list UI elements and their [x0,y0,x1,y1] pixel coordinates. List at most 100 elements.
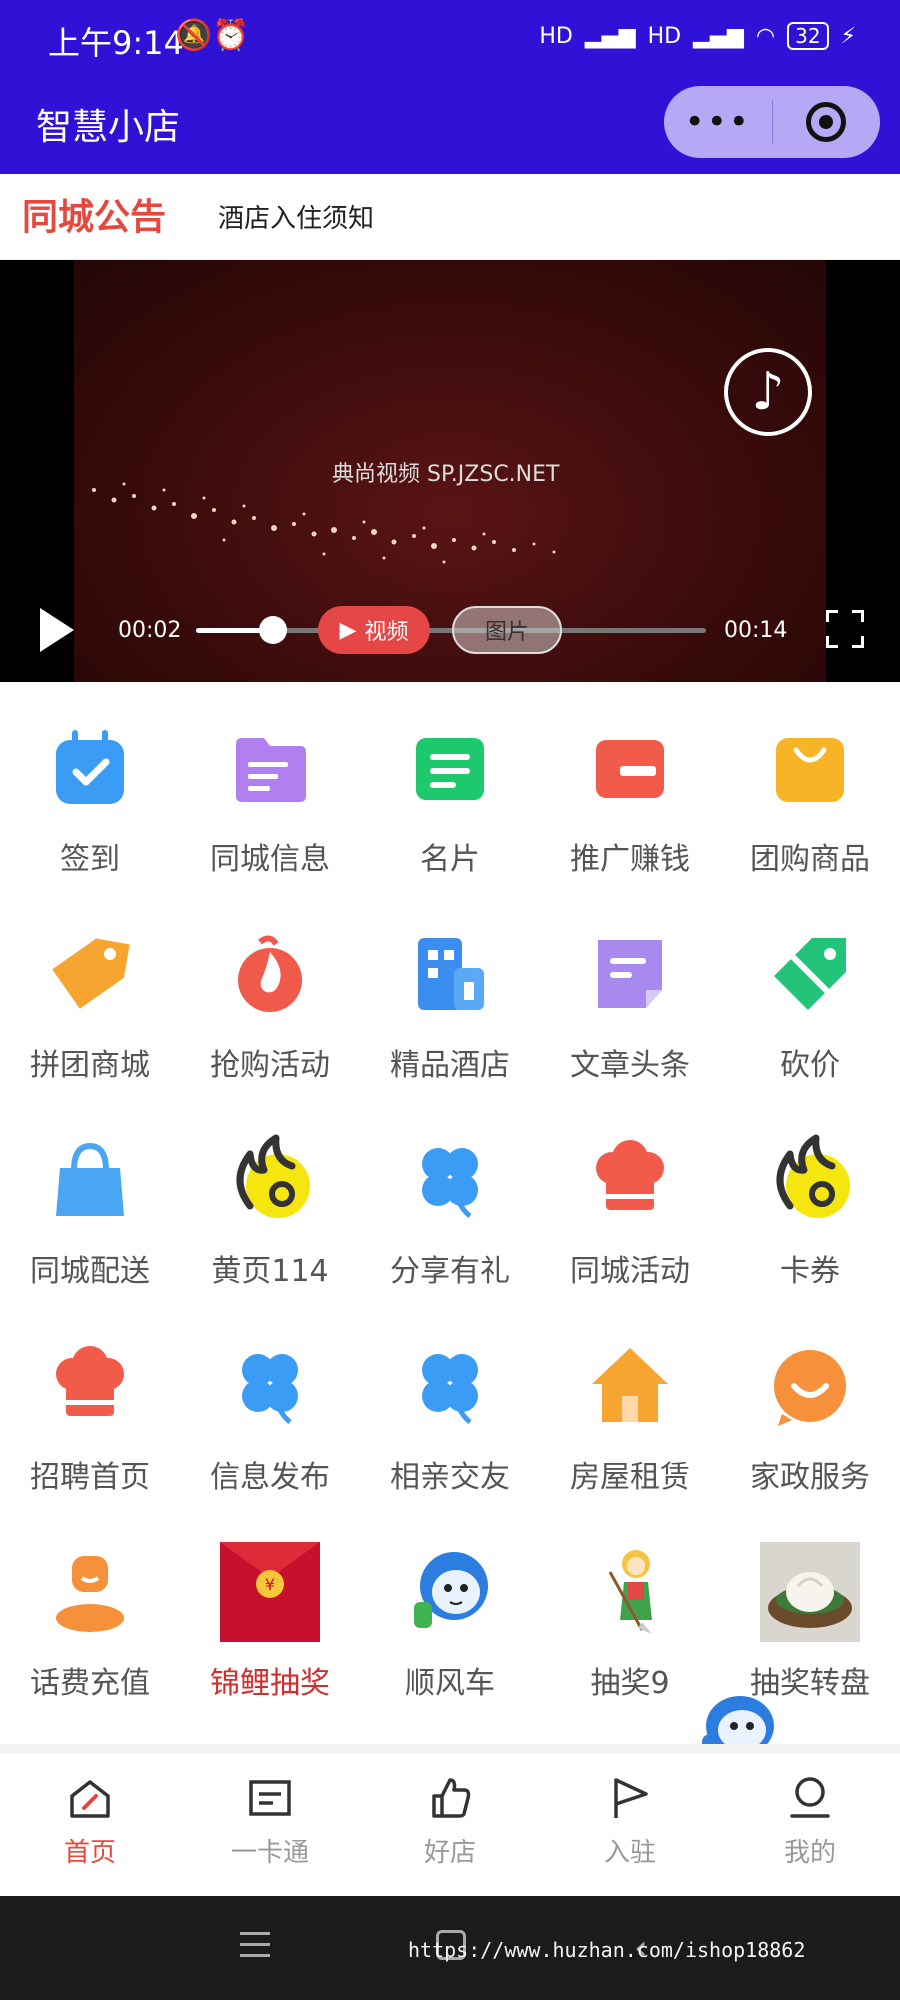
grid-item[interactable]: 卡券 [720,1130,900,1290]
hot-coin-icon [220,1130,320,1230]
video-controls: 00:02 ▶ 视频 图片 00:14 [0,600,900,664]
network-label: HD [539,23,573,49]
image-tab-button[interactable]: 图片 [452,606,562,654]
current-time: 00:02 [118,618,182,643]
grid-item[interactable]: 抽奖9 [540,1542,720,1702]
wifi-icon: ◠ [755,23,776,49]
user-icon [40,1542,140,1642]
card-list-icon [249,1780,291,1816]
grid-item-label: 精品酒店 [390,1048,510,1083]
notice-tag: 同城公告 [22,197,167,238]
tab-card[interactable]: 一卡通 [180,1774,360,1869]
grid-item-label: 抢购活动 [210,1048,330,1083]
grid-item[interactable]: 精品酒店 [360,924,540,1084]
video-tab-label: 视频 [364,620,409,645]
grid-item[interactable]: 同城配送 [0,1130,180,1290]
grid-item-label: 锦鲤抽奖 [210,1666,330,1701]
clover-icon [400,1130,500,1230]
grid-item-label: 信息发布 [210,1460,330,1495]
price-tag-icon [40,924,140,1024]
mascot-image [400,1542,500,1642]
grid-item-label: 签到 [60,842,120,877]
grid-item[interactable]: 招聘首页 [0,1336,180,1496]
site-watermark: https://www.huzhan.com/ishop18862 [408,1938,806,1962]
grid-item-label: 同城信息 [210,842,330,877]
grid-item[interactable]: 黄页114 [180,1130,360,1290]
image-tab-label: 图片 [484,620,529,645]
grid-item[interactable]: 话费充值 [0,1542,180,1702]
home-icon [70,1780,110,1818]
video-tab-button[interactable]: ▶ 视频 [318,606,430,654]
grid-item[interactable]: 信息发布 [180,1336,360,1496]
hot-coin-icon [760,1130,860,1230]
grid-item-label: 推广赚钱 [570,842,690,877]
grid-item[interactable]: 团购商品 [720,718,900,878]
signal-icon-2: ▂▄▆ [693,23,744,49]
grid-item-label: 名片 [420,842,480,877]
notice-bar[interactable]: 同城公告 酒店入住须知 [0,174,900,260]
grid-item-label: 卡券 [780,1254,840,1289]
calendar-check-icon [40,718,140,818]
grid-item[interactable]: 拼团商城 [0,924,180,1084]
flag-icon [614,1778,648,1818]
grid-item[interactable]: 家政服务 [720,1336,900,1496]
grid-item[interactable]: 名片 [360,718,540,878]
grid-item[interactable]: 推广赚钱 [540,718,720,878]
grid-item[interactable]: 相亲交友 [360,1336,540,1496]
grid-item[interactable]: 抽奖转盘 [720,1542,900,1702]
grid-item-label: 砍价 [780,1048,840,1083]
menu-nav-button[interactable] [240,1932,270,1965]
close-miniprogram-button[interactable] [773,102,881,142]
grid-item[interactable]: 文章头条 [540,924,720,1084]
tab-card-label: 一卡通 [230,1838,309,1868]
tab-mine-label: 我的 [783,1838,836,1868]
grid-item-label: 顺风车 [405,1666,495,1701]
grid-item[interactable]: 分享有礼 [360,1130,540,1290]
fullscreen-icon[interactable] [826,610,864,648]
svg-text:¥: ¥ [265,1575,275,1594]
battery-icon: 32 [787,22,829,50]
app-title: 智慧小店 [36,107,181,148]
tab-mine[interactable]: 我的 [720,1774,900,1869]
girl-sweeping-image [580,1542,680,1642]
tab-join[interactable]: 入驻 [540,1774,720,1869]
grid-item[interactable]: 房屋租赁 [540,1336,720,1496]
grid-item[interactable]: 抢购活动 [180,924,360,1084]
video-watermark: 典尚视频 SP.JZSC.NET [332,462,560,487]
tab-shops-label: 好店 [423,1838,476,1868]
more-button[interactable]: ••• [664,102,772,142]
status-bar: 上午9:14 🔕⏰ HD ▂▄▆ HD ▂▄▆ ◠ 32 ⚡ [0,0,900,80]
grid-item[interactable]: 同城活动 [540,1130,720,1290]
grid-item-label: 房屋租赁 [570,1460,690,1495]
grid-item[interactable]: 同城信息 [180,718,360,878]
status-time: 上午9:14 [48,24,184,62]
grid-item[interactable]: 砍价 [720,924,900,1084]
play-small-icon: ▶ [339,617,357,643]
flame-icon [220,924,320,1024]
grid-item-label: 分享有礼 [390,1254,510,1289]
grid-item[interactable]: 签到 [0,718,180,878]
grid-item-label: 黄页114 [211,1254,329,1289]
music-note-icon[interactable]: ♪ [724,348,812,436]
play-button[interactable] [40,608,74,652]
building-icon [400,924,500,1024]
app-header: 智慧小店 ••• [0,80,900,174]
chef-hat-icon [580,1130,680,1230]
miniprogram-capsule: ••• [664,86,880,158]
tab-home[interactable]: 首页 [0,1774,180,1869]
grid-item[interactable]: 顺风车 [360,1542,540,1702]
grid-item-label: 同城配送 [30,1254,150,1289]
seek-knob[interactable] [258,616,287,644]
grid-item[interactable]: ¥ 锦鲤抽奖 [180,1542,360,1702]
status-right: HD ▂▄▆ HD ▂▄▆ ◠ 32 ⚡ [539,22,856,50]
chef-hat-icon [40,1336,140,1436]
target-icon [806,102,847,142]
dumpling-image [760,1542,860,1642]
video-player[interactable]: 典尚视频 SP.JZSC.NET ♪ 00:02 ▶ 视频 图片 00:14 [0,260,900,682]
floating-mascot-icon[interactable] [690,1686,786,1750]
grid-item-label: 拼团商城 [30,1048,150,1083]
notice-text[interactable]: 酒店入住须知 [218,198,374,235]
tab-shops[interactable]: 好店 [360,1774,540,1869]
grid-item-label: 同城活动 [570,1254,690,1289]
total-time: 00:14 [724,618,788,643]
